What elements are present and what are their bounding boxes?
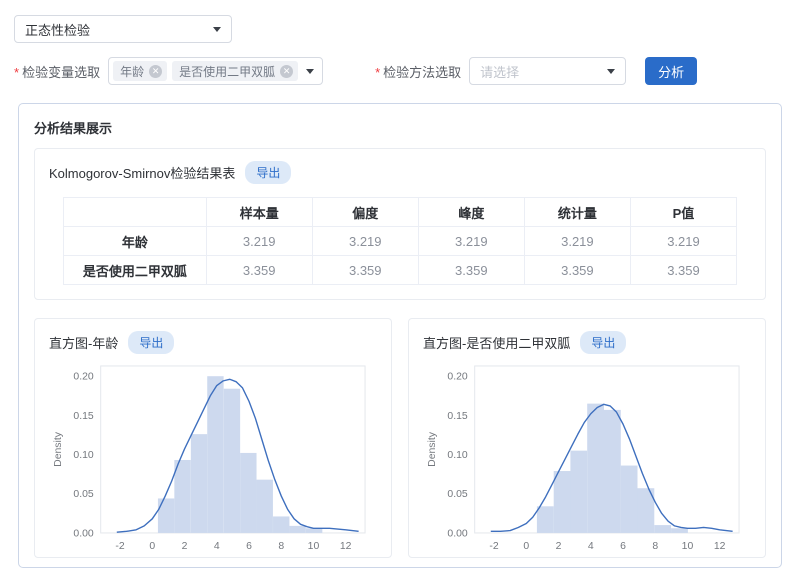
required-asterisk: * bbox=[14, 65, 19, 80]
svg-text:2: 2 bbox=[182, 541, 188, 552]
export-button[interactable]: 导出 bbox=[128, 331, 174, 354]
cell-value: 3.219 bbox=[524, 227, 630, 256]
histogram-chart-metformin: 0.00 0.05 0.10 0.15 0.20 -2 0 2 4 6 8 10 12 Density bbox=[423, 360, 751, 559]
svg-text:6: 6 bbox=[246, 541, 252, 552]
svg-text:0.00: 0.00 bbox=[447, 528, 467, 539]
results-panel: 分析结果展示 Kolmogorov-Smirnov检验结果表 导出 样本量 偏度… bbox=[18, 103, 782, 568]
histogram-card-age: 直方图-年龄 导出 0.00 0.05 0.10 0.15 0.20 -2 0 2 4 6 8 10 1… bbox=[34, 318, 392, 558]
tag-close-icon[interactable]: ✕ bbox=[149, 65, 162, 78]
method-select[interactable]: 请选择 bbox=[469, 57, 626, 85]
svg-text:Density: Density bbox=[53, 431, 64, 467]
analyze-button[interactable]: 分析 bbox=[645, 57, 697, 85]
histogram-chart-age: 0.00 0.05 0.10 0.15 0.20 -2 0 2 4 6 8 10 12 Density bbox=[49, 360, 377, 559]
svg-text:0.20: 0.20 bbox=[447, 372, 467, 383]
chevron-down-icon bbox=[607, 69, 615, 74]
svg-text:-2: -2 bbox=[115, 541, 124, 552]
cell-value: 3.359 bbox=[630, 256, 736, 285]
col-header: 样本量 bbox=[206, 198, 312, 227]
svg-text:10: 10 bbox=[308, 541, 320, 552]
col-header: 峰度 bbox=[418, 198, 524, 227]
svg-text:0: 0 bbox=[149, 541, 155, 552]
svg-text:0.15: 0.15 bbox=[447, 411, 467, 422]
export-button[interactable]: 导出 bbox=[245, 161, 291, 184]
svg-text:0.15: 0.15 bbox=[73, 411, 93, 422]
ks-card-title: Kolmogorov-Smirnov检验结果表 bbox=[49, 163, 235, 182]
histogram-title: 直方图-是否使用二甲双胍 bbox=[423, 333, 570, 352]
table-row: 是否使用二甲双胍 3.359 3.359 3.359 3.359 3.359 bbox=[64, 256, 737, 285]
variable-tag-label: 是否使用二甲双胍 bbox=[179, 63, 275, 80]
ks-card-header: Kolmogorov-Smirnov检验结果表 导出 bbox=[49, 161, 751, 184]
ks-result-table: 样本量 偏度 峰度 统计量 P值 年龄 3.219 3.219 3.219 3.… bbox=[63, 197, 737, 285]
svg-text:12: 12 bbox=[340, 541, 352, 552]
page: 正态性检验 *检验变量选取 年龄 ✕ 是否使用二甲双胍 ✕ *检验方法选取 请选… bbox=[0, 0, 800, 586]
svg-text:2: 2 bbox=[556, 541, 562, 552]
cell-value: 3.359 bbox=[206, 256, 312, 285]
cell-value: 3.359 bbox=[524, 256, 630, 285]
svg-text:0.20: 0.20 bbox=[73, 372, 93, 383]
row-label: 年龄 bbox=[64, 227, 207, 256]
chevron-down-icon bbox=[213, 27, 221, 32]
svg-text:12: 12 bbox=[714, 541, 726, 552]
tag-close-icon[interactable]: ✕ bbox=[280, 65, 293, 78]
chevron-down-icon bbox=[306, 69, 314, 74]
col-header bbox=[64, 198, 207, 227]
panel-title: 分析结果展示 bbox=[34, 118, 766, 137]
histogram-card-metformin: 直方图-是否使用二甲双胍 导出 0.00 0.05 0.10 0.15 0.20 -2 0 2… bbox=[408, 318, 766, 558]
svg-text:0.05: 0.05 bbox=[447, 489, 467, 500]
variable-tag-label: 年龄 bbox=[120, 63, 144, 80]
variable-field-label: *检验变量选取 bbox=[14, 62, 100, 81]
svg-text:10: 10 bbox=[682, 541, 694, 552]
svg-text:Density: Density bbox=[427, 431, 438, 467]
svg-text:8: 8 bbox=[652, 541, 658, 552]
required-asterisk: * bbox=[375, 65, 380, 80]
charts-row: 直方图-年龄 导出 0.00 0.05 0.10 0.15 0.20 -2 0 2 4 6 8 10 1… bbox=[34, 318, 766, 558]
analysis-type-row: 正态性检验 bbox=[0, 0, 800, 43]
svg-text:0.10: 0.10 bbox=[73, 450, 93, 461]
table-row: 年龄 3.219 3.219 3.219 3.219 3.219 bbox=[64, 227, 737, 256]
cell-value: 3.219 bbox=[206, 227, 312, 256]
histogram-card-header: 直方图-是否使用二甲双胍 导出 bbox=[423, 331, 751, 354]
cell-value: 3.219 bbox=[418, 227, 524, 256]
col-header: 统计量 bbox=[524, 198, 630, 227]
analysis-type-value: 正态性检验 bbox=[25, 20, 90, 39]
method-select-placeholder: 请选择 bbox=[480, 62, 519, 81]
export-button[interactable]: 导出 bbox=[580, 331, 626, 354]
analysis-type-select[interactable]: 正态性检验 bbox=[14, 15, 232, 43]
svg-text:0.10: 0.10 bbox=[447, 450, 467, 461]
cell-value: 3.359 bbox=[418, 256, 524, 285]
cell-value: 3.359 bbox=[312, 256, 418, 285]
svg-text:8: 8 bbox=[278, 541, 284, 552]
svg-text:0: 0 bbox=[523, 541, 529, 552]
svg-text:6: 6 bbox=[620, 541, 626, 552]
ks-result-card: Kolmogorov-Smirnov检验结果表 导出 样本量 偏度 峰度 统计量… bbox=[34, 148, 766, 300]
variable-tag: 年龄 ✕ bbox=[113, 61, 167, 81]
svg-text:-2: -2 bbox=[489, 541, 498, 552]
svg-text:4: 4 bbox=[588, 541, 594, 552]
svg-text:4: 4 bbox=[214, 541, 220, 552]
histogram-card-header: 直方图-年龄 导出 bbox=[49, 331, 377, 354]
col-header: 偏度 bbox=[312, 198, 418, 227]
cell-value: 3.219 bbox=[630, 227, 736, 256]
table-header-row: 样本量 偏度 峰度 统计量 P值 bbox=[64, 198, 737, 227]
form-row: *检验变量选取 年龄 ✕ 是否使用二甲双胍 ✕ *检验方法选取 请选择 分析 bbox=[0, 57, 800, 85]
row-label: 是否使用二甲双胍 bbox=[64, 256, 207, 285]
col-header: P值 bbox=[630, 198, 736, 227]
histogram-title: 直方图-年龄 bbox=[49, 333, 118, 352]
variable-multiselect[interactable]: 年龄 ✕ 是否使用二甲双胍 ✕ bbox=[108, 57, 323, 85]
cell-value: 3.219 bbox=[312, 227, 418, 256]
method-field-label: *检验方法选取 bbox=[375, 62, 461, 81]
variable-tag: 是否使用二甲双胍 ✕ bbox=[172, 61, 298, 81]
svg-text:0.00: 0.00 bbox=[73, 528, 93, 539]
svg-text:0.05: 0.05 bbox=[73, 489, 93, 500]
selected-variable-tags: 年龄 ✕ 是否使用二甲双胍 ✕ bbox=[113, 61, 300, 81]
